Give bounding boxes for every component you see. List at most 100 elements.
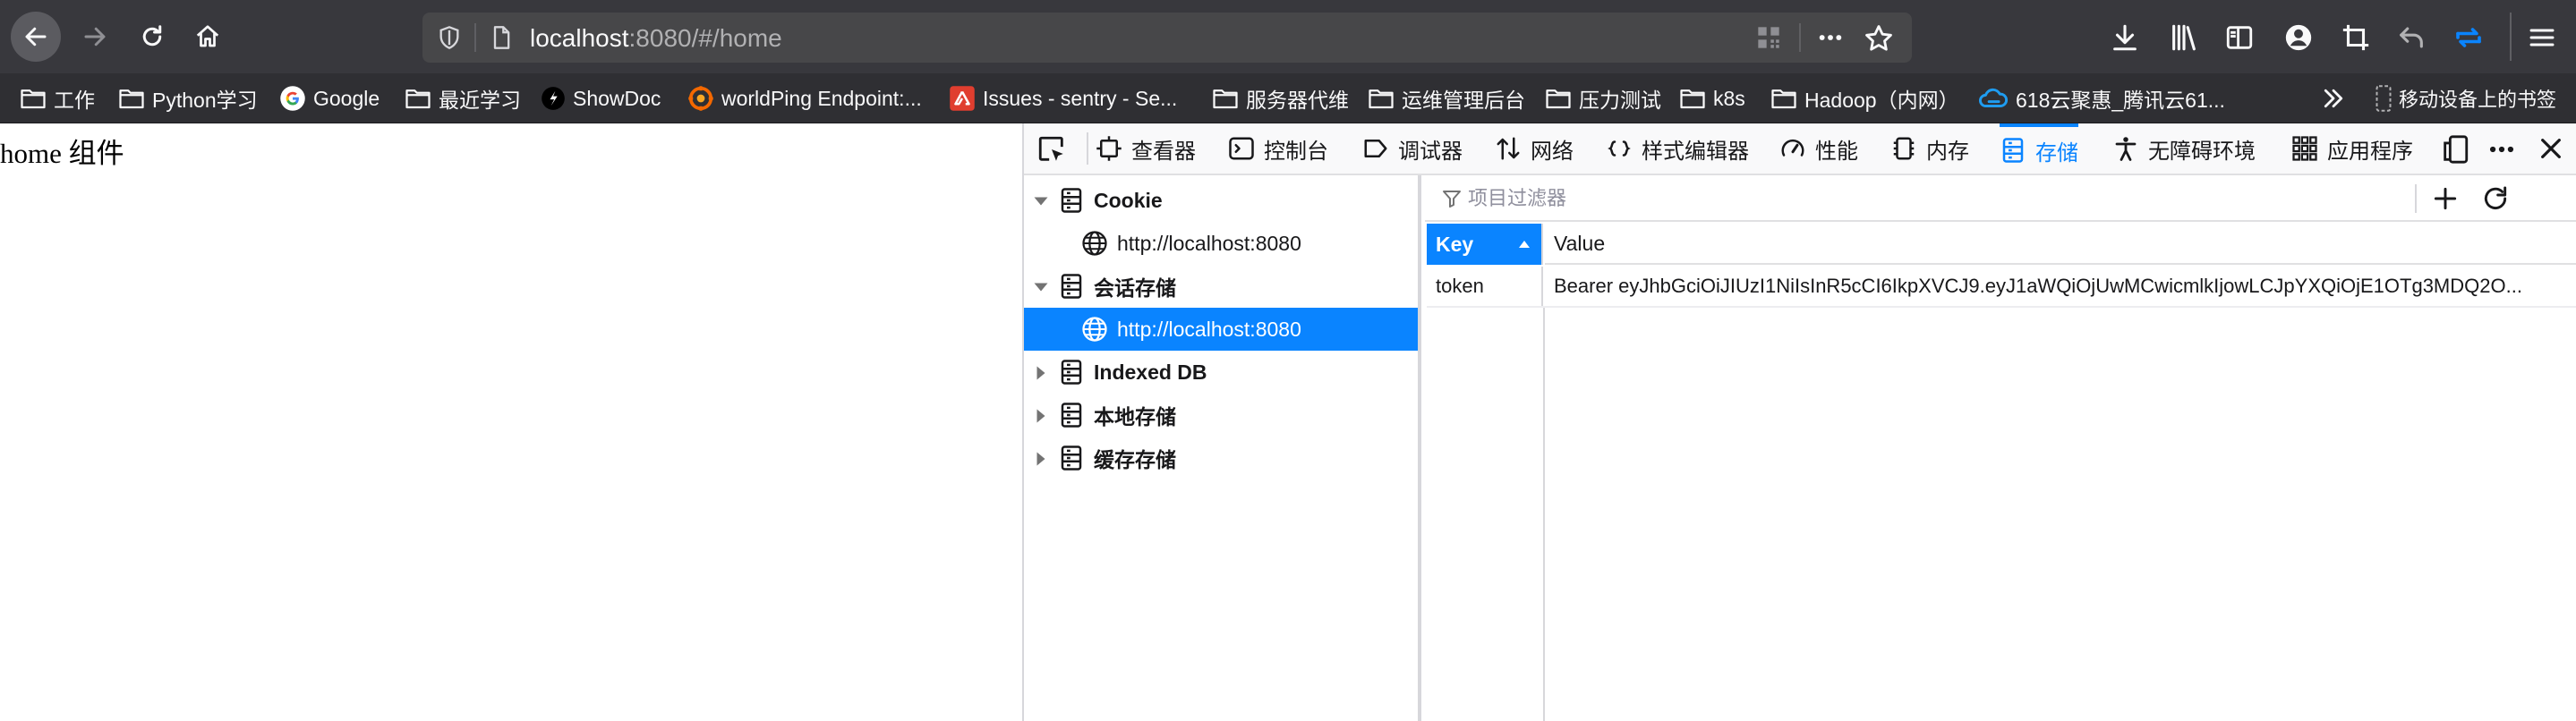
responsive-design-icon[interactable] (2440, 134, 2470, 169)
bookmark-label: 服务器代维 (1246, 89, 1349, 112)
arrow-left-icon (25, 27, 47, 47)
column-header-label: Value (1554, 231, 1606, 255)
tab-memory[interactable]: 内存 (1890, 123, 1969, 174)
storage-icon (1061, 403, 1082, 428)
folder-icon (1369, 89, 1394, 109)
downloads-icon[interactable] (2105, 18, 2145, 57)
browser-toolbar: localhost:8080/#/home (0, 0, 2576, 73)
tree-item-session-storage[interactable]: 会话存储 (1024, 265, 1418, 308)
table-cell-key[interactable]: token (1427, 267, 1543, 306)
bookmark-star-icon[interactable] (1864, 23, 1894, 58)
bookmark-item[interactable]: Google (279, 81, 380, 115)
tab-debugger[interactable]: 调试器 (1362, 123, 1463, 174)
bookmark-label: 工作 (54, 89, 95, 112)
tree-item-indexed-db[interactable]: Indexed DB (1024, 351, 1418, 394)
toolbar-separator (2510, 13, 2512, 61)
element-picker-icon[interactable] (1036, 134, 1067, 169)
url-host: localhost (530, 24, 629, 52)
refresh-icon[interactable] (2481, 184, 2510, 217)
chevron-down-icon (1034, 197, 1048, 206)
tree-item-local-storage[interactable]: 本地存储 (1024, 394, 1418, 437)
column-divider (1543, 308, 1545, 721)
bookmark-item[interactable]: 移动设备上的书签 (2376, 81, 2556, 115)
chevron-right-icon (1036, 452, 1045, 466)
arrow-right-icon (84, 27, 106, 47)
reload-button[interactable] (127, 12, 177, 62)
tree-item-host[interactable]: http://localhost:8080 (1024, 222, 1418, 265)
undo-icon[interactable] (2392, 18, 2431, 57)
storage-table: Key Value token Bearer eyJhbGciOiJIUzI1N… (1425, 175, 2576, 721)
tracking-shield-icon[interactable] (437, 25, 462, 55)
tab-application[interactable]: 应用程序 (2291, 123, 2413, 174)
back-button[interactable] (11, 12, 61, 62)
bookmark-item[interactable]: Issues - sentry - Se... (949, 81, 1177, 115)
page-viewport: home 组件 (0, 123, 1022, 721)
bookmark-item[interactable]: Python学习 (118, 81, 258, 115)
bookmarks-overflow-button[interactable] (2320, 81, 2354, 115)
tab-label: 应用程序 (2327, 139, 2413, 164)
tab-accessibility[interactable]: 无障碍环境 (2112, 123, 2256, 174)
bookmark-item[interactable]: 工作 (20, 81, 95, 115)
sidebar-icon[interactable] (2220, 18, 2259, 57)
crop-icon[interactable] (2336, 18, 2376, 57)
hamburger-menu-icon[interactable] (2522, 18, 2562, 57)
bookmark-label: 最近学习 (439, 89, 521, 112)
folder-icon (1213, 89, 1238, 109)
page-actions-icon[interactable] (1815, 23, 1846, 56)
tab-performance[interactable]: 性能 (1779, 123, 1858, 174)
column-header-value[interactable]: Value (1545, 224, 2576, 265)
bookmark-label: Issues - sentry - Se... (983, 86, 1178, 110)
bookmark-item[interactable]: 压力测试 (1545, 81, 1661, 115)
bookmark-item[interactable]: ShowDoc (541, 81, 661, 115)
filter-input[interactable] (1466, 184, 2361, 213)
filter-icon (1443, 191, 1461, 208)
storage-icon (1061, 188, 1082, 213)
bookmark-item[interactable]: 618云聚惠_腾讯云61... (1978, 81, 2225, 115)
library-icon[interactable] (2164, 18, 2204, 57)
tree-item-label: Cookie (1094, 188, 1163, 212)
page-info-icon[interactable] (489, 25, 514, 55)
add-item-icon[interactable] (2431, 184, 2460, 217)
tab-label: 性能 (1815, 139, 1858, 164)
qr-code-icon[interactable] (1756, 25, 1781, 55)
close-icon[interactable] (2537, 134, 2565, 167)
row-divider (1427, 306, 2576, 308)
table-cell-value[interactable]: Bearer eyJhbGciOiJIUzI1NiIsInR5cCI6IkpXV… (1545, 267, 2576, 306)
bookmark-item[interactable]: 服务器代维 (1212, 81, 1349, 115)
url-bar[interactable]: localhost:8080/#/home (422, 13, 1912, 63)
tab-console[interactable]: 控制台 (1228, 123, 1328, 174)
column-header-label: Key (1436, 232, 1474, 256)
folder-icon (119, 89, 144, 109)
devtools-panel: 查看器 控制台 调试器 网络 样式编辑器 性能 内存 存储 无障碍环境 应用程序… (1022, 123, 2576, 721)
tab-label: 样式编辑器 (1642, 139, 1749, 164)
bookmark-item[interactable]: 运维管理后台 (1368, 81, 1525, 115)
tab-inspector[interactable]: 查看器 (1096, 123, 1196, 174)
tree-item-cookie[interactable]: Cookie (1024, 179, 1418, 222)
bookmark-item[interactable]: Hadoop（内网） (1770, 81, 1959, 115)
devtools-menu-icon[interactable] (2486, 134, 2517, 169)
tab-storage[interactable]: 存储 (2000, 123, 2078, 174)
tab-style-editor[interactable]: 样式编辑器 (1606, 123, 1749, 174)
folder-icon (1546, 89, 1571, 109)
tree-item-cache-storage[interactable]: 缓存存储 (1024, 437, 1418, 479)
home-button[interactable] (183, 12, 233, 62)
sync-icon[interactable] (2449, 18, 2488, 57)
storage-icon (1061, 360, 1082, 385)
tree-item-host-selected[interactable]: http://localhost:8080 (1024, 308, 1418, 351)
url-text[interactable]: localhost:8080/#/home (530, 24, 782, 53)
bookmark-item[interactable]: 最近学习 (405, 81, 521, 115)
showdoc-icon (542, 87, 565, 110)
account-icon[interactable] (2279, 18, 2318, 57)
tree-item-label: Indexed DB (1094, 360, 1207, 384)
forward-button[interactable] (70, 12, 120, 62)
style-editor-icon (1608, 140, 1631, 157)
column-header-key[interactable]: Key (1427, 224, 1543, 265)
folder-icon (21, 89, 46, 109)
tab-separator (1087, 132, 1088, 165)
bookmark-item[interactable]: k8s (1679, 81, 1745, 115)
folder-icon (1680, 89, 1705, 109)
google-icon (280, 86, 305, 111)
bookmark-item[interactable]: worldPing Endpoint:... (687, 81, 922, 115)
reload-icon (142, 25, 162, 47)
tab-network[interactable]: 网络 (1495, 123, 1574, 174)
